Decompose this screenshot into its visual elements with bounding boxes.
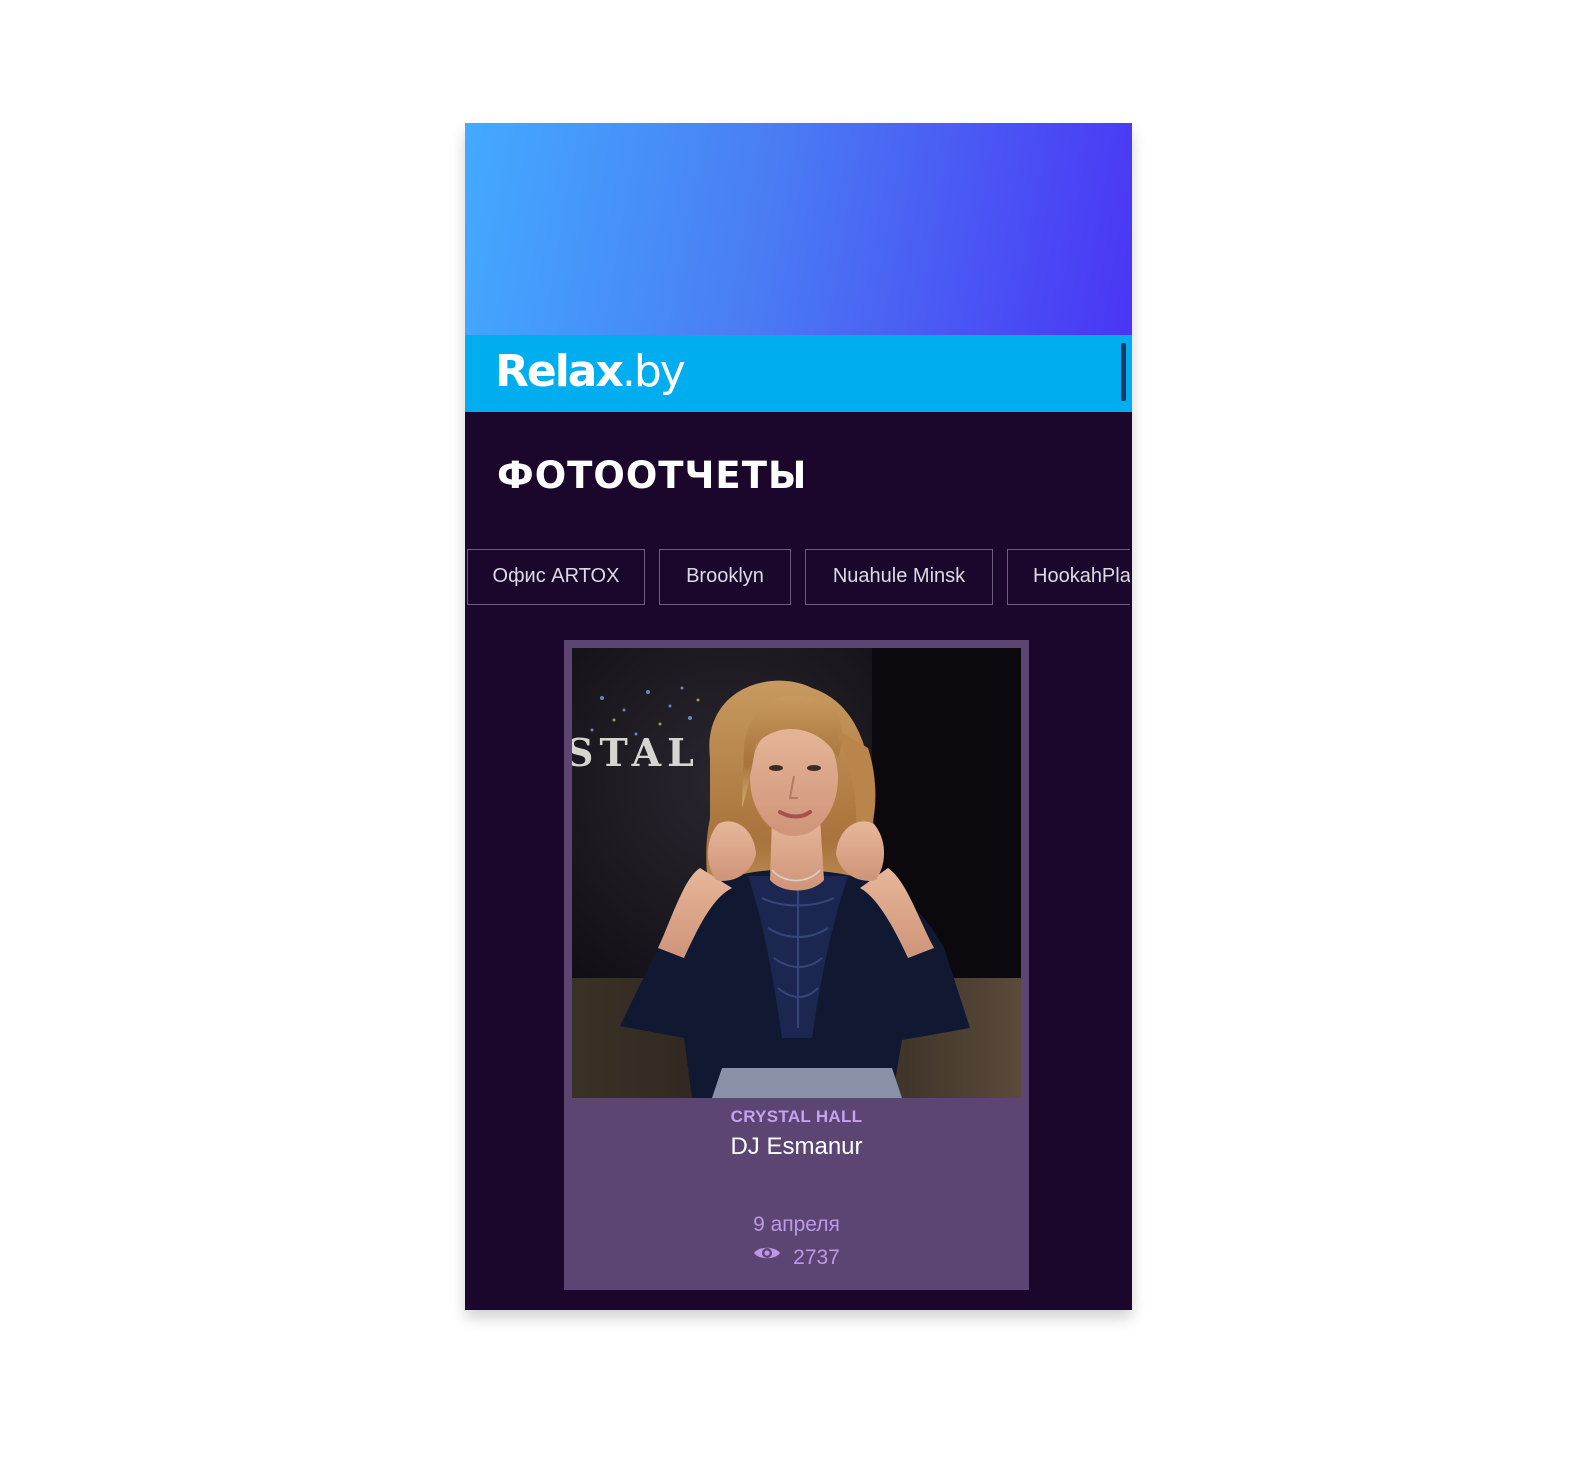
top-navigation-bar: Relax.by	[465, 335, 1132, 412]
card-date: 9 апреля	[753, 1213, 840, 1236]
logo-brand-text: Relax	[495, 346, 624, 397]
venue-sign-text: STAL	[572, 730, 700, 775]
photo-report-card[interactable]: STAL CRYSTAL HALL DJ Esmanur 9 апреля 27…	[564, 640, 1029, 1290]
view-count-value: 2737	[793, 1246, 840, 1269]
event-photo-illustration: STAL	[572, 648, 1021, 1098]
page-title: ФОТООТЧЕТЫ	[497, 454, 808, 497]
eye-icon	[753, 1242, 781, 1270]
logo-domain-text: .by	[621, 346, 686, 397]
event-photo[interactable]: STAL	[572, 648, 1021, 1098]
filter-chip-brooklyn[interactable]: Brooklyn	[659, 549, 791, 605]
card-venue-label[interactable]: CRYSTAL HALL	[564, 1106, 1029, 1128]
promo-banner[interactable]	[465, 123, 1132, 335]
relax-logo[interactable]: Relax.by	[495, 343, 686, 401]
scrollbar-thumb[interactable]	[1121, 343, 1126, 401]
card-event-title[interactable]: DJ Esmanur	[564, 1131, 1029, 1163]
filter-chip-nuahule-minsk[interactable]: Nuahule Minsk	[805, 549, 993, 605]
card-view-count: 2737	[564, 1244, 1029, 1272]
filter-chip-artox[interactable]: Офис ARTOX	[467, 549, 645, 605]
filter-chip-hookahplace[interactable]: HookahPla	[1007, 549, 1130, 605]
phone-screen: Relax.by ФОТООТЧЕТЫ Офис ARTOX Brooklyn …	[465, 123, 1132, 1310]
venue-filter-strip[interactable]: Офис ARTOX Brooklyn Nuahule Minsk Hookah…	[467, 549, 1130, 609]
